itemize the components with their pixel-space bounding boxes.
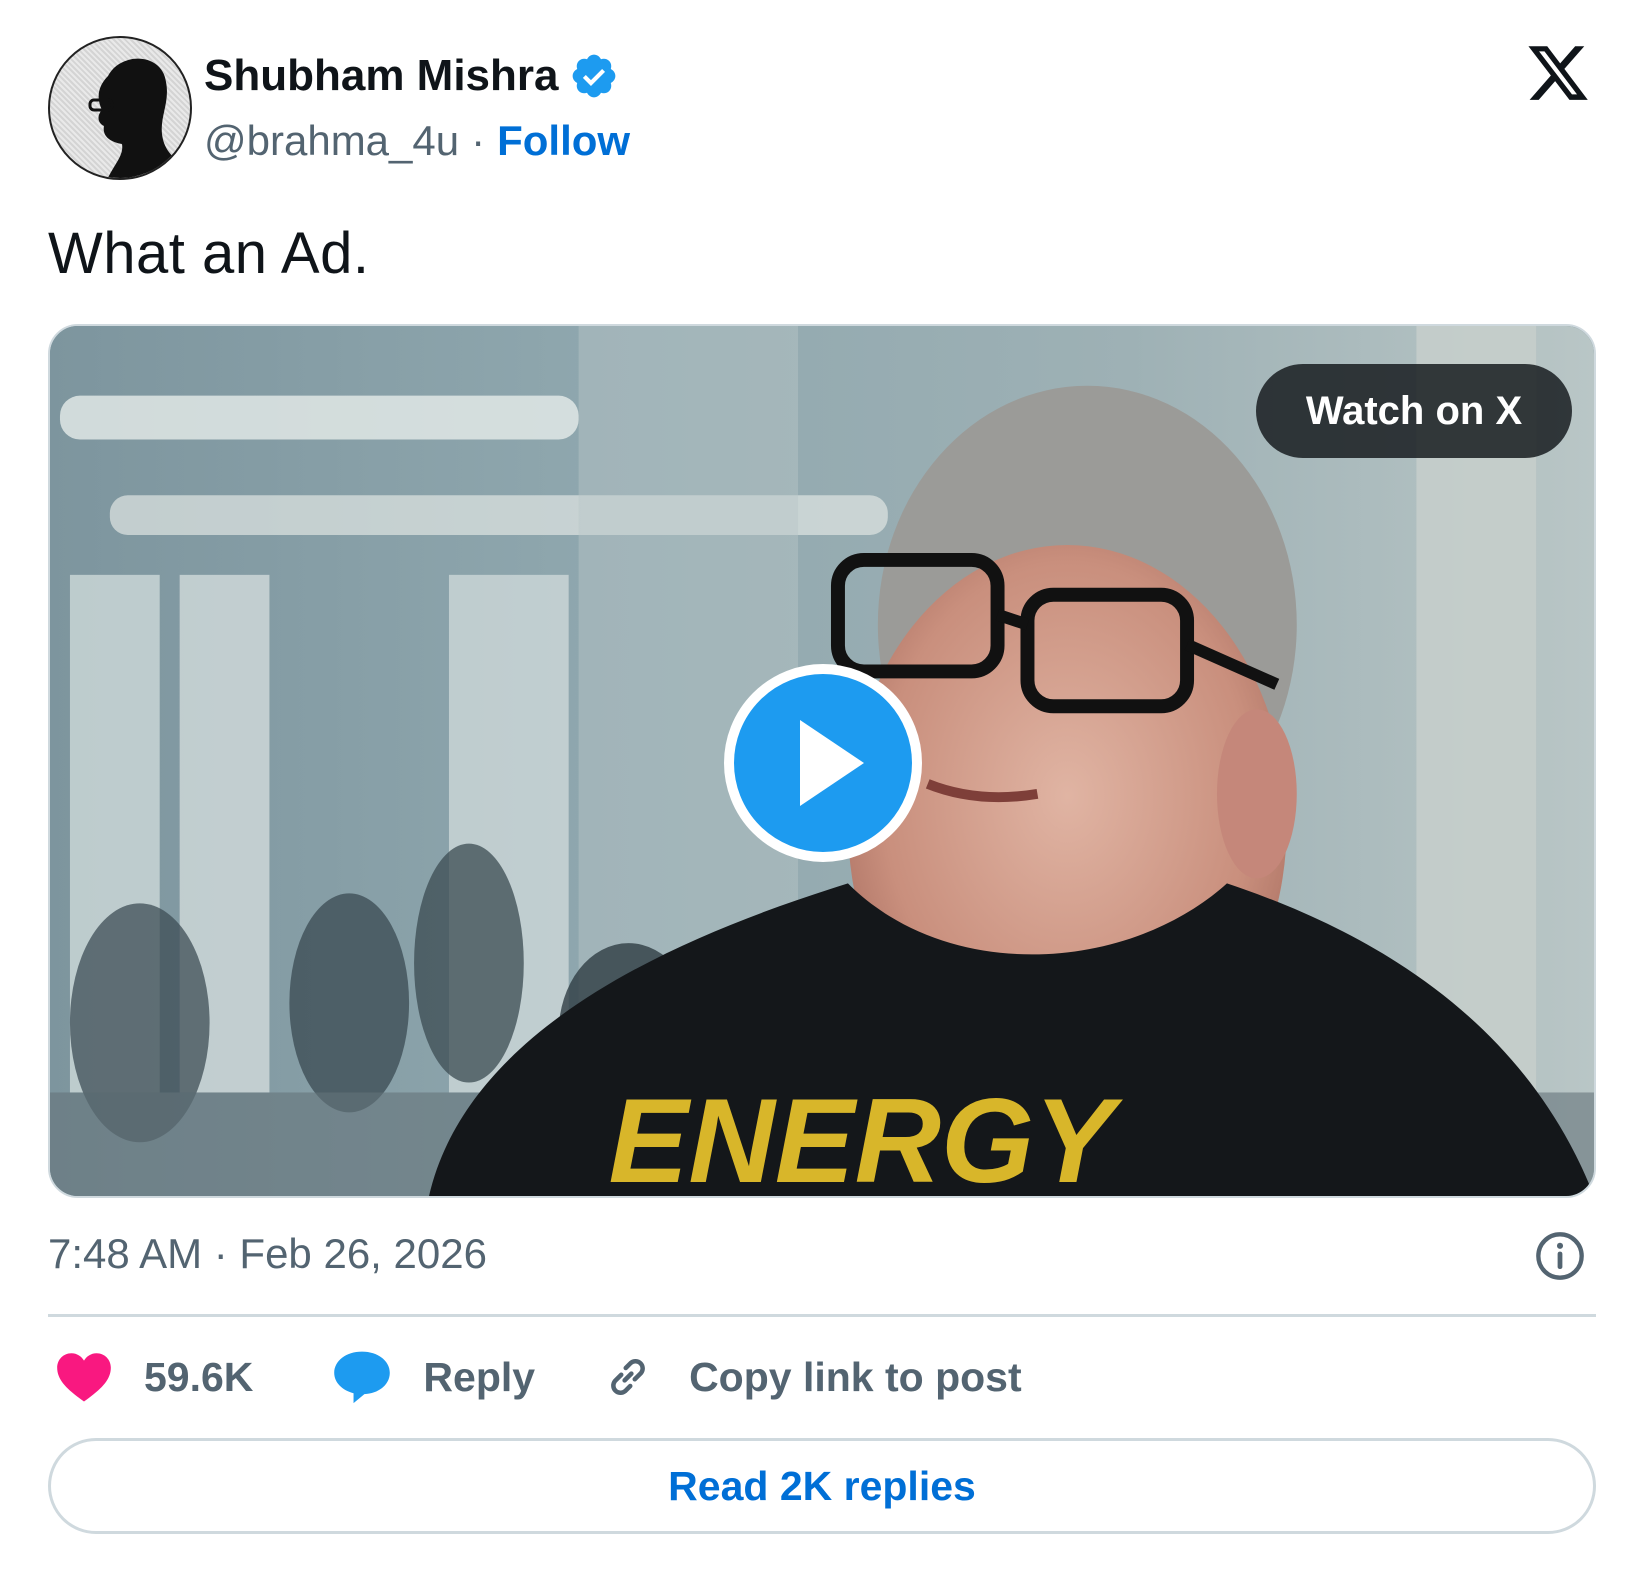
reply-button[interactable]: Reply xyxy=(333,1349,535,1405)
action-bar: 59.6K Reply Copy link to post xyxy=(56,1346,1022,1408)
follow-link[interactable]: Follow xyxy=(497,117,630,165)
copy-link-button[interactable]: Copy link to post xyxy=(601,1350,1022,1404)
avatar[interactable] xyxy=(48,36,192,180)
reply-label: Reply xyxy=(423,1353,536,1400)
avatar-silhouette xyxy=(88,58,190,178)
play-icon xyxy=(800,720,864,806)
tweet-timestamp[interactable]: 7:48 AM · Feb 26, 2026 xyxy=(48,1228,487,1280)
tweet-embed-card: Shubham Mishra @brahma_4u · Follow What … xyxy=(0,0,1644,1581)
tweet-text: What an Ad. xyxy=(48,221,370,286)
author-name[interactable]: Shubham Mishra xyxy=(204,51,559,101)
like-count: 59.6K xyxy=(144,1353,254,1400)
divider xyxy=(48,1314,1596,1317)
shirt-text: ENERGY xyxy=(609,1075,1124,1196)
watch-on-x-button[interactable]: Watch on X xyxy=(1256,364,1572,458)
handle-row: @brahma_4u · Follow xyxy=(204,114,630,168)
handle-separator: · xyxy=(471,117,486,164)
verified-badge-icon xyxy=(569,51,619,101)
speech-bubble-icon xyxy=(334,1351,391,1404)
read-replies-button[interactable]: Read 2K replies xyxy=(48,1438,1596,1534)
video-thumbnail[interactable]: ENERGY Watch on X xyxy=(48,324,1596,1198)
copy-link-label: Copy link to post xyxy=(689,1353,1022,1400)
like-button[interactable]: 59.6K xyxy=(56,1351,253,1403)
play-button[interactable] xyxy=(724,664,922,862)
x-logo-icon[interactable] xyxy=(1524,40,1592,106)
author-handle[interactable]: @brahma_4u xyxy=(204,117,459,165)
link-icon xyxy=(611,1359,645,1395)
info-icon[interactable] xyxy=(1534,1230,1586,1282)
author-name-row[interactable]: Shubham Mishra xyxy=(204,50,619,102)
heart-icon xyxy=(57,1353,111,1402)
